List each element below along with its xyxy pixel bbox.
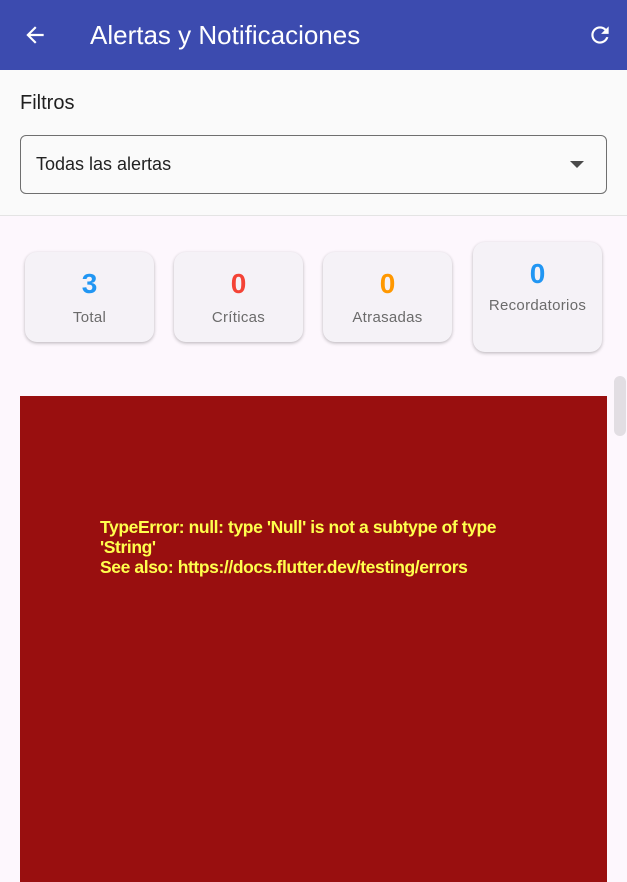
stat-label: Críticas: [211, 309, 266, 326]
error-message: TypeError: null: type 'Null' is not a su…: [100, 517, 500, 577]
stat-card-atrasadas: 0 Atrasadas: [323, 252, 452, 342]
scrollbar-thumb[interactable]: [614, 376, 626, 436]
stat-value: 0: [379, 268, 396, 299]
stat-label: Recordatorios: [488, 297, 587, 314]
stat-value: 0: [230, 268, 247, 299]
error-panel: TypeError: null: type 'Null' is not a su…: [20, 396, 607, 882]
page-title: Alertas y Notificaciones: [90, 20, 361, 50]
back-button[interactable]: [14, 15, 56, 55]
stat-value: 3: [81, 268, 98, 299]
stat-value: 0: [529, 258, 546, 289]
alert-filter-dropdown[interactable]: Todas las alertas: [20, 135, 607, 194]
filters-label: Filtros: [20, 92, 75, 114]
refresh-icon: [591, 26, 609, 44]
stat-label: Total: [72, 309, 107, 326]
error-line: See also: https://docs.flutter.dev/testi…: [100, 557, 468, 577]
stat-card-total: 3 Total: [25, 252, 154, 342]
error-line: TypeError: null: type 'Null' is not a su…: [100, 517, 497, 537]
dropdown-selected-value: Todas las alertas: [36, 154, 172, 174]
filters-section: Filtros Todas las alertas: [0, 70, 627, 216]
stat-card-recordatorios: 0 Recordatorios: [473, 242, 602, 352]
arrow-left-icon: [26, 26, 44, 44]
app-screen: Alertas y Notificaciones Filtros Todas l…: [0, 0, 627, 882]
stat-label: Atrasadas: [352, 309, 423, 326]
app-bar: Alertas y Notificaciones: [0, 0, 627, 70]
caret-down-icon: [570, 161, 584, 168]
error-line: 'String': [100, 537, 156, 557]
stat-card-criticas: 0 Críticas: [174, 252, 303, 342]
refresh-button[interactable]: [579, 15, 621, 55]
